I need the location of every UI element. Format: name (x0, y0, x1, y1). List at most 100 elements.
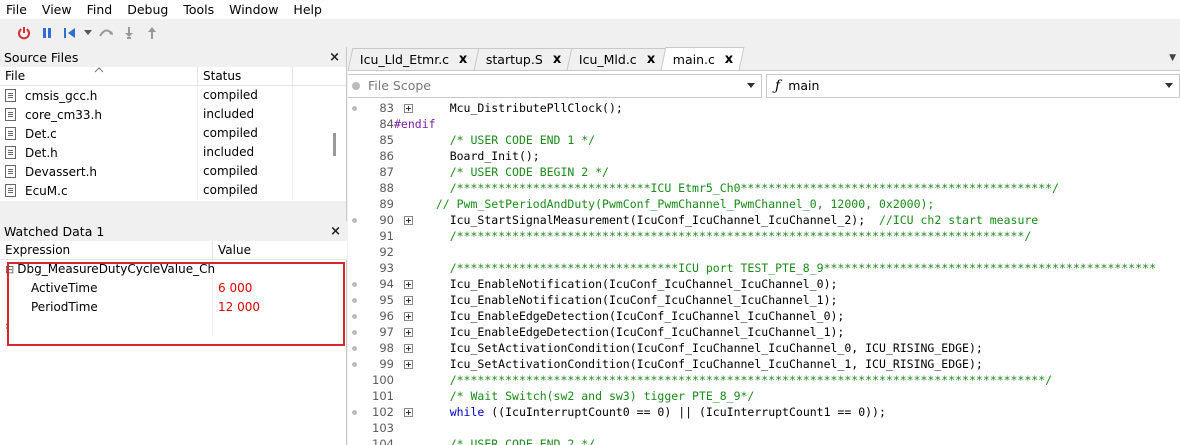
pause-icon[interactable] (37, 23, 57, 43)
file-icon (5, 108, 16, 121)
column-header-expression[interactable]: Expression (0, 240, 213, 260)
code-line[interactable]: 85 /* USER CODE END 1 */ (348, 132, 1180, 148)
breakpoint-slot-icon[interactable] (351, 361, 357, 367)
breakpoint-slot-icon[interactable] (351, 105, 357, 111)
tab-icu-lld-etmr-c[interactable]: Icu_Lld_Etmr.c x (347, 48, 479, 70)
tab-startup-s[interactable]: startup.S x (473, 48, 573, 70)
code-line[interactable]: 99 Icu_SetActivationCondition(IcuConf_Ic… (348, 356, 1180, 372)
menu-item-view[interactable]: View (42, 2, 72, 17)
source-files-scrollbar[interactable] (333, 133, 336, 156)
breakpoint-slot-icon[interactable] (351, 409, 357, 415)
menu-item-window[interactable]: Window (229, 2, 278, 17)
code-line[interactable]: 101 /* Wait Switch(sw2 and sw3) tigger P… (348, 388, 1180, 404)
file-name: Devassert.h (25, 164, 98, 179)
code-line[interactable]: 102 while ((IcuInterruptCount0 == 0) || … (348, 404, 1180, 420)
code-line[interactable]: 98 Icu_SetActivationCondition(IcuConf_Ic… (348, 340, 1180, 356)
code-line[interactable]: 93 /********************************ICU … (348, 260, 1180, 276)
breakpoint-slot-icon[interactable] (351, 281, 357, 287)
code-line[interactable]: 104 /* USER CODE END 2 */ (348, 436, 1180, 445)
code-line[interactable]: 92 (348, 244, 1180, 260)
close-icon[interactable]: × (330, 224, 341, 239)
close-icon[interactable]: x (459, 52, 467, 67)
expand-icon[interactable] (403, 359, 413, 369)
expand-icon[interactable] (403, 295, 413, 305)
line-number: 103 (372, 421, 394, 435)
close-icon[interactable]: × (329, 50, 340, 65)
close-icon[interactable]: x (725, 52, 733, 67)
expand-icon[interactable] (403, 279, 413, 289)
code-line[interactable]: 100 /***********************************… (348, 372, 1180, 388)
menu-item-tools[interactable]: Tools (183, 2, 214, 17)
code-line[interactable]: 87 /* USER CODE BEGIN 2 */ (348, 164, 1180, 180)
step-into-icon[interactable] (119, 23, 139, 43)
scope-bar: File Scope ƒ main (348, 70, 1180, 100)
breakpoint-slot-icon[interactable] (351, 217, 357, 223)
dropdown-arrow-icon[interactable] (83, 23, 93, 43)
file-row[interactable]: Devassert.h compiled (0, 162, 346, 181)
code-line[interactable]: 95 Icu_EnableNotification(IcuConf_IcuCha… (348, 292, 1180, 308)
expand-icon[interactable] (403, 343, 413, 353)
close-icon[interactable]: x (647, 52, 655, 67)
expand-icon[interactable] (403, 215, 413, 225)
column-header-status[interactable]: Status (198, 66, 293, 86)
code-line[interactable]: 89 // Pwm_SetPeriodAndDuty(PwmConf_PwmCh… (348, 196, 1180, 212)
file-row[interactable]: Det.h included (0, 143, 346, 162)
file-status: compiled (198, 162, 293, 181)
reset-icon[interactable] (60, 23, 80, 43)
breakpoint-slot-icon[interactable] (351, 329, 357, 335)
code-text: /***************************************… (449, 229, 1032, 243)
code-line[interactable]: 88 /****************************ICU Etmr… (348, 180, 1180, 196)
file-scope-combo[interactable]: File Scope (348, 73, 762, 98)
editor-tabs: Icu_Lld_Etmr.c x startup.S x Icu_Mld.c x main.… (347, 47, 1180, 70)
code-line[interactable]: 97 Icu_EnableEdgeDetection(IcuConf_IcuCh… (348, 324, 1180, 340)
panel-title: Watched Data 1 (4, 223, 105, 239)
file-row[interactable]: core_cm33.h included (0, 105, 346, 124)
column-header-value[interactable]: Value (213, 241, 333, 260)
code-area[interactable]: 83 Mcu_DistributePllClock(); 84 #endif 85 /… (348, 100, 1180, 445)
menu-item-find[interactable]: Find (87, 2, 113, 17)
tabs-dropdown-icon[interactable]: ▼ (1169, 53, 1176, 63)
close-icon[interactable]: x (552, 52, 560, 67)
power-icon[interactable] (14, 23, 34, 43)
watched-columns: Expression Value (0, 240, 347, 260)
code-line[interactable]: 84 #endif (348, 116, 1180, 132)
expand-icon[interactable] (403, 311, 413, 321)
file-row[interactable]: cmsis_gcc.h compiled (0, 86, 346, 105)
code-text: /* USER CODE BEGIN 2 */ (449, 165, 609, 179)
breakpoint-slot-icon[interactable] (351, 313, 357, 319)
file-icon (5, 184, 16, 197)
tab-main-c[interactable]: main.c x (660, 47, 745, 70)
code-line[interactable]: 91 /************************************… (348, 228, 1180, 244)
code-text: // Pwm_SetPeriodAndDuty(PwmConf_PwmChann… (435, 197, 935, 211)
code-line[interactable]: 86 Board_Init(); (348, 148, 1180, 164)
file-name: Det.h (25, 145, 58, 160)
line-number: 88 (379, 181, 394, 195)
breakpoint-slot-icon[interactable] (351, 297, 357, 303)
breakpoint-slot-icon[interactable] (351, 345, 357, 351)
code-line[interactable]: 90 Icu_StartSignalMeasurement(IcuConf_Ic… (348, 212, 1180, 228)
menu-item-help[interactable]: Help (293, 2, 322, 17)
tab-icu-mld-c[interactable]: Icu_Mld.c x (566, 48, 667, 70)
code-line[interactable]: 103 (348, 420, 1180, 436)
step-over-icon[interactable] (96, 23, 116, 43)
function-combo[interactable]: ƒ main (766, 73, 1180, 98)
step-out-icon[interactable] (142, 23, 162, 43)
file-row[interactable]: EcuM.c compiled (0, 181, 346, 200)
file-row[interactable]: Det.c compiled (0, 124, 346, 143)
file-icon (5, 146, 16, 159)
expand-icon[interactable] (403, 327, 413, 337)
expand-icon[interactable] (403, 407, 413, 417)
expand-icon[interactable] (403, 103, 413, 113)
menu-item-debug[interactable]: Debug (127, 2, 168, 17)
menu-item-file[interactable]: File (6, 2, 27, 17)
code-line[interactable]: 94 Icu_EnableNotification(IcuConf_IcuCha… (348, 276, 1180, 292)
code-line[interactable]: 83 Mcu_DistributePllClock(); (348, 100, 1180, 116)
menu-bar: File View Find Debug Tools Window Help (0, 0, 1180, 19)
code-line[interactable]: 96 Icu_EnableEdgeDetection(IcuConf_IcuCh… (348, 308, 1180, 324)
